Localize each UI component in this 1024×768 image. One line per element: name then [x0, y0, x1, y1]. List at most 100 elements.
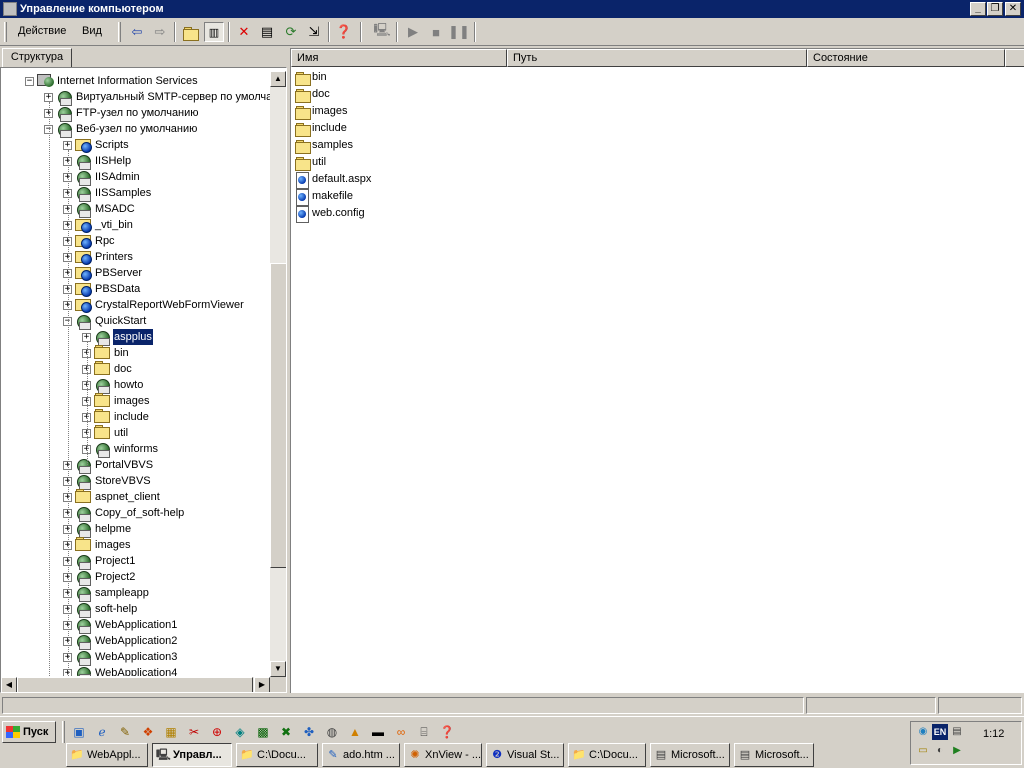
- show-hide-tree-button[interactable]: ▥: [204, 22, 224, 42]
- restore-button[interactable]: ❐: [987, 2, 1003, 16]
- menu-view[interactable]: Вид: [82, 25, 102, 37]
- scroll-up-button[interactable]: ▲: [270, 71, 286, 87]
- tree-node[interactable]: + CrystalReportWebFormViewer: [1, 297, 271, 313]
- taskbar-button[interactable]: 📁 C:\Docu...: [568, 743, 646, 767]
- language-indicator[interactable]: EN: [932, 724, 948, 740]
- xnview-icon[interactable]: ∞: [392, 723, 410, 741]
- list-item[interactable]: images: [295, 103, 495, 120]
- column-header-name[interactable]: Имя: [291, 49, 507, 67]
- tree-node[interactable]: + PBSData: [1, 281, 271, 297]
- tree-node[interactable]: + soft-help: [1, 601, 271, 617]
- tree-node[interactable]: + include: [1, 409, 271, 425]
- tree-node[interactable]: + images: [1, 537, 271, 553]
- tree-node[interactable]: − Веб-узел по умолчанию: [1, 121, 271, 137]
- tree-node[interactable]: − Internet Information Services: [1, 73, 271, 89]
- taskbar-button[interactable]: ❷ Visual St...: [486, 743, 564, 767]
- tree-node[interactable]: + Project1: [1, 553, 271, 569]
- help-button[interactable]: ❓: [334, 22, 354, 42]
- registry-icon[interactable]: ⌸: [415, 723, 433, 741]
- forward-button[interactable]: ⇨: [150, 22, 170, 42]
- archive-icon[interactable]: ▦: [162, 723, 180, 741]
- tree-node[interactable]: + aspplus: [1, 328, 271, 346]
- export-list-button[interactable]: ⇲: [304, 22, 324, 42]
- network-icon[interactable]: ◈: [231, 723, 249, 741]
- sync-tray-icon[interactable]: ▶: [949, 743, 965, 759]
- tree-node[interactable]: + PBServer: [1, 265, 271, 281]
- tree-node[interactable]: + IISSamples: [1, 185, 271, 201]
- tree-node[interactable]: + IISHelp: [1, 153, 271, 169]
- list-item[interactable]: default.aspx: [295, 171, 495, 189]
- list-item[interactable]: doc: [295, 86, 495, 103]
- clipboard-icon[interactable]: ❖: [139, 723, 157, 741]
- tree-node[interactable]: + IISAdmin: [1, 169, 271, 185]
- scroll-down-button[interactable]: ▼: [270, 661, 286, 677]
- scroll-left-button[interactable]: ◀: [1, 677, 17, 692]
- minimize-button[interactable]: _: [970, 2, 986, 16]
- back-button[interactable]: ⇦: [127, 22, 147, 42]
- list-item[interactable]: util: [295, 154, 495, 171]
- tools-icon[interactable]: ✂: [185, 723, 203, 741]
- scroll-right-button[interactable]: ▶: [254, 677, 270, 692]
- tree-node[interactable]: + helpme: [1, 521, 271, 537]
- monitor-tray-icon[interactable]: ▤: [949, 724, 965, 740]
- tree-node[interactable]: + WebApplication2: [1, 633, 271, 649]
- tree-node[interactable]: + _vti_bin: [1, 217, 271, 233]
- tree-node[interactable]: + images: [1, 393, 271, 409]
- list-item[interactable]: bin: [295, 69, 495, 86]
- refresh-button[interactable]: ⟳: [281, 22, 301, 42]
- tree-node[interactable]: + WebApplication3: [1, 649, 271, 665]
- tree-node[interactable]: + Printers: [1, 249, 271, 265]
- tree-node[interactable]: + PortalVBVS: [1, 457, 271, 473]
- desktop-icon[interactable]: ▣: [70, 723, 88, 741]
- list-item[interactable]: samples: [295, 137, 495, 154]
- tree-node[interactable]: + aspnet_client: [1, 489, 271, 505]
- speaker-tray-icon[interactable]: ◐: [932, 743, 948, 759]
- globe-icon[interactable]: ◍: [323, 723, 341, 741]
- tree-node[interactable]: + sampleapp: [1, 585, 271, 601]
- tree-node[interactable]: + Copy_of_soft-help: [1, 505, 271, 521]
- taskbar-button[interactable]: ▤ Microsoft...: [734, 743, 814, 767]
- excel-icon[interactable]: ✖: [277, 723, 295, 741]
- expand-toggle[interactable]: +: [44, 93, 53, 102]
- up-level-button[interactable]: [181, 22, 201, 42]
- tree-node[interactable]: + howto: [1, 377, 271, 393]
- tree-node[interactable]: + FTP-узел по умолчанию: [1, 105, 271, 121]
- tree-node[interactable]: + Scripts: [1, 137, 271, 153]
- tree-node[interactable]: + MSADC: [1, 201, 271, 217]
- column-header-status[interactable]: Состояние: [807, 49, 1005, 67]
- tree-node[interactable]: + doc: [1, 361, 271, 377]
- taskbar-button[interactable]: 📁 C:\Docu...: [236, 743, 318, 767]
- tree-node[interactable]: + winforms: [1, 441, 271, 457]
- properties-button[interactable]: ▤: [257, 22, 277, 42]
- help-icon[interactable]: ❓: [438, 723, 456, 741]
- tree-node[interactable]: + util: [1, 425, 271, 441]
- expand-toggle[interactable]: +: [63, 141, 72, 150]
- close-button[interactable]: ✕: [1005, 2, 1021, 16]
- console-icon[interactable]: ▬: [369, 723, 387, 741]
- tab-structure[interactable]: Структура: [2, 48, 72, 67]
- notepad-icon[interactable]: ✎: [116, 723, 134, 741]
- scroll-thumb[interactable]: [270, 263, 286, 568]
- puzzle-icon[interactable]: ✤: [300, 723, 318, 741]
- list-item[interactable]: include: [295, 120, 495, 137]
- taskbar-button[interactable]: ▤ Microsoft...: [650, 743, 730, 767]
- tree-node[interactable]: + Виртуальный SMTP-сервер по умолча: [1, 89, 271, 105]
- chart-app-icon[interactable]: ▩: [254, 723, 272, 741]
- pause-icon[interactable]: ❚❚: [448, 22, 470, 42]
- expand-toggle[interactable]: −: [25, 77, 34, 86]
- taskbar-button[interactable]: 📁 WebAppl...: [66, 743, 148, 767]
- menu-action[interactable]: Действие: [18, 25, 66, 37]
- tree-node[interactable]: + Project2: [1, 569, 271, 585]
- tree-node[interactable]: + WebApplication4: [1, 665, 271, 676]
- stop-icon[interactable]: ■: [426, 22, 446, 42]
- internet-explorer-icon[interactable]: ℯ: [93, 723, 111, 741]
- delete-button[interactable]: ✕: [234, 22, 254, 42]
- taskbar-button[interactable]: 🖳 Управл...: [152, 743, 232, 767]
- tree-node[interactable]: + StoreVBVS: [1, 473, 271, 489]
- start-icon[interactable]: ▶: [403, 22, 423, 42]
- tree-node[interactable]: − QuickStart: [1, 313, 271, 329]
- list-item[interactable]: web.config: [295, 205, 495, 223]
- lifebuoy-icon[interactable]: ⊕: [208, 723, 226, 741]
- column-header-path[interactable]: Путь: [507, 49, 807, 67]
- start-button[interactable]: Пуск: [2, 721, 56, 743]
